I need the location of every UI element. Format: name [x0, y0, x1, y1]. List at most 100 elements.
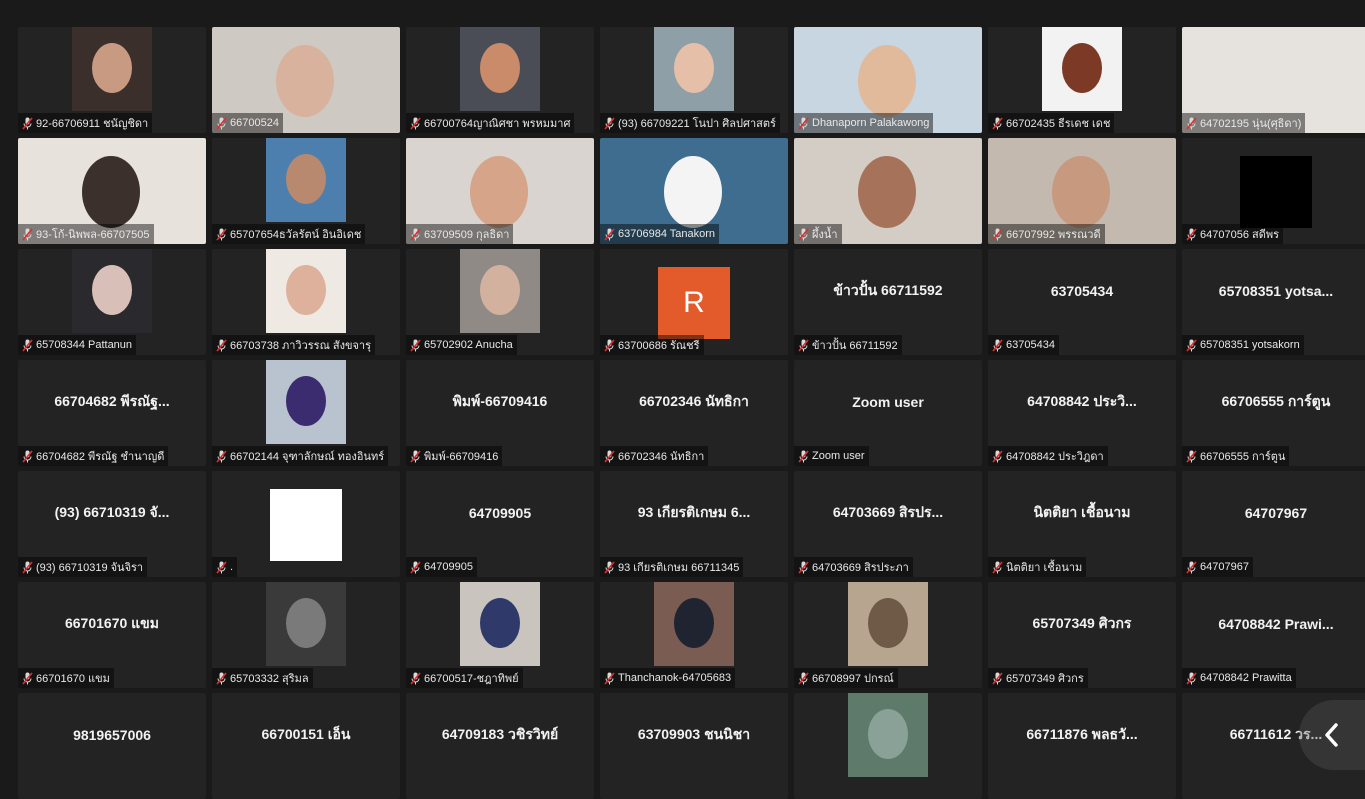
participant-tile[interactable]: นิตติยา เชื้อนาม นิตติยา เชื้อนาม: [988, 471, 1176, 577]
participant-tile[interactable]: 63709903 ชนนิชา: [600, 693, 788, 799]
participant-tile[interactable]: 66700764ญาณิศชา พรหมมาศ: [406, 27, 594, 133]
participant-name: 65702902 Anucha: [424, 339, 513, 351]
participant-name-label: 63706984 Tanakorn: [600, 224, 720, 244]
participant-name: 65707654ธวัลรัตน์ อินอิเดช: [230, 229, 362, 241]
participant-name: 66708997 ปกรณ์: [812, 673, 894, 685]
participant-tile[interactable]: Zoom user Zoom user: [794, 360, 982, 466]
participant-tile[interactable]: 66702346 นัทธิกา 66702346 นัทธิกา: [600, 360, 788, 466]
participant-tile[interactable]: 65708344 Pattanun: [18, 249, 206, 355]
muted-mic-icon: [992, 560, 1003, 574]
participant-name-label: 65708351 yotsakorn: [1182, 335, 1304, 355]
participant-tile[interactable]: [794, 693, 982, 799]
participant-display-name: ข้าวปั้น 66711592: [833, 282, 943, 298]
participant-tile[interactable]: ข้าวปั้น 66711592 ข้าวปั้น 66711592: [794, 249, 982, 355]
collapse-gallery-button[interactable]: [1299, 700, 1365, 770]
participant-face: [470, 156, 528, 228]
participant-tile[interactable]: 66700524: [212, 27, 400, 133]
participant-tile[interactable]: Dhanaporn Palakawong: [794, 27, 982, 133]
participant-tile[interactable]: ผึ้งน้ำ: [794, 138, 982, 244]
participant-tile[interactable]: 93-โก้-นิพพล-66707505: [18, 138, 206, 244]
participant-tile[interactable]: 65703332 สุริมล: [212, 582, 400, 688]
participant-name: 63706984 Tanakorn: [618, 228, 716, 240]
participant-name-label: 65708344 Pattanun: [18, 335, 137, 355]
participant-name-label: 66700524: [212, 113, 283, 133]
participant-video: [460, 27, 540, 111]
participant-tile[interactable]: 63709509 กุลธิดา: [406, 138, 594, 244]
participant-display-name: 66702346 นัทธิกา: [639, 393, 749, 409]
participant-tile[interactable]: 64703669 สิรปร... 64703669 สิรประภา: [794, 471, 982, 577]
participant-name-label: 63705434: [988, 335, 1059, 355]
participant-tile[interactable]: 65707349 ศิวกร 65707349 ศิวกร: [988, 582, 1176, 688]
participant-name: 65707349 ศิวกร: [1006, 673, 1084, 685]
participant-display-name: 64703669 สิรปร...: [832, 504, 944, 520]
participant-name: 66706555 การ์ตูน: [1200, 451, 1286, 463]
participant-tile[interactable]: 65707654ธวัลรัตน์ อินอิเดช: [212, 138, 400, 244]
participant-tile[interactable]: 65702902 Anucha: [406, 249, 594, 355]
participant-tile[interactable]: 64708842 ประวิ... 64708842 ประวิฎดา: [988, 360, 1176, 466]
participant-tile[interactable]: 64709905 64709905: [406, 471, 594, 577]
participant-name-label: 93-โก้-นิพพล-66707505: [18, 224, 154, 244]
muted-mic-icon: [216, 338, 227, 352]
participant-name: 66702144 จุฑาลักษณ์ ทองอินทร์: [230, 451, 385, 463]
participant-name: 64708842 Prawitta: [1200, 672, 1292, 684]
participant-tile[interactable]: 66702435 ธีรเดช เดช: [988, 27, 1176, 133]
participant-video: [1240, 156, 1312, 228]
participant-tile[interactable]: 93 เกียรติเกษม 6... 93 เกียรติเกษม 667113…: [600, 471, 788, 577]
participant-face: [286, 376, 326, 426]
participant-name-label: 65707654ธวัลรัตน์ อินอิเดช: [212, 224, 366, 244]
participant-name: Zoom user: [812, 450, 865, 462]
participant-tile[interactable]: R 63700686 รัณชรี: [600, 249, 788, 355]
participant-name: 93-โก้-นิพพล-66707505: [36, 229, 150, 241]
participant-tile[interactable]: 63706984 Tanakorn: [600, 138, 788, 244]
participant-tile[interactable]: 66700517-ชฎาทิพย์: [406, 582, 594, 688]
participant-name: 66700764ญาณิศชา พรหมมาศ: [424, 118, 571, 130]
participant-video: [72, 249, 152, 333]
participant-tile[interactable]: 64707967 64707967: [1182, 471, 1365, 577]
participant-tile[interactable]: 9819657006: [18, 693, 206, 799]
participant-name: 64703669 สิรประภา: [812, 562, 909, 574]
participant-name-label: 66704682 พีรณัฐ ชำนาญดี: [18, 446, 169, 466]
muted-mic-icon: [410, 116, 421, 130]
participant-tile[interactable]: 65708351 yotsa... 65708351 yotsakorn: [1182, 249, 1365, 355]
participant-name: 66702435 ธีรเดช เดช: [1006, 118, 1111, 130]
participant-tile[interactable]: 66701670 แขม 66701670 แขม: [18, 582, 206, 688]
participant-display-name: 65708351 yotsa...: [1218, 283, 1334, 299]
participant-name: 66702346 นัทธิกา: [618, 451, 705, 463]
participant-name: นิตติยา เชื้อนาม: [1006, 562, 1083, 574]
participant-tile[interactable]: 64709183 วชิรวิทย์: [406, 693, 594, 799]
muted-mic-icon: [410, 671, 421, 685]
participant-tile[interactable]: 66704682 พีรณัฐ... 66704682 พีรณัฐ ชำนาญด…: [18, 360, 206, 466]
participant-face: [674, 43, 714, 93]
participant-tile[interactable]: 66711876 พลธวั...: [988, 693, 1176, 799]
participant-face: [674, 598, 714, 648]
participant-name-label: 92-66706911 ชนัญชิดา: [18, 113, 153, 133]
participant-tile[interactable]: 92-66706911 ชนัญชิดา: [18, 27, 206, 133]
participant-tile[interactable]: 64708842 Prawi... 64708842 Prawitta: [1182, 582, 1365, 688]
participant-tile[interactable]: 66708997 ปกรณ์: [794, 582, 982, 688]
participant-tile[interactable]: (93) 66710319 จั... (93) 66710319 จันจิรา: [18, 471, 206, 577]
participant-tile[interactable]: 63705434 63705434: [988, 249, 1176, 355]
participant-tile[interactable]: 66707992 พรรณวดี: [988, 138, 1176, 244]
participant-tile[interactable]: (93) 66709221 โนปา ศิลปศาสตร์: [600, 27, 788, 133]
muted-mic-icon: [216, 560, 227, 574]
muted-mic-icon: [216, 116, 227, 130]
participant-display-name: 66701670 แขม: [64, 615, 159, 631]
participant-tile[interactable]: .: [212, 471, 400, 577]
participant-name: 66703738 ภาวิวรรณ สังขจารุ: [230, 340, 371, 352]
participant-face: [286, 154, 326, 204]
participant-tile[interactable]: 66702144 จุฑาลักษณ์ ทองอินทร์: [212, 360, 400, 466]
participant-name-label: 66708997 ปกรณ์: [794, 668, 898, 688]
participant-tile[interactable]: Thanchanok-64705683: [600, 582, 788, 688]
participant-tile[interactable]: 66703738 ภาวิวรรณ สังขจารุ: [212, 249, 400, 355]
participant-display-name: 93 เกียรติเกษม 6...: [637, 504, 751, 520]
participant-tile[interactable]: 66700151 เอ็น: [212, 693, 400, 799]
participant-tile[interactable]: 64702195 นุ่น(ศุธิดา): [1182, 27, 1365, 133]
participant-name: 64708842 ประวิฎดา: [1006, 451, 1104, 463]
participant-name: 93 เกียรติเกษม 66711345: [618, 562, 740, 574]
muted-mic-icon: [410, 227, 421, 241]
muted-mic-icon: [22, 560, 33, 574]
participant-tile[interactable]: 66706555 การ์ตูน 66706555 การ์ตูน: [1182, 360, 1365, 466]
participant-tile[interactable]: 64707056 สดีพร: [1182, 138, 1365, 244]
muted-mic-icon: [1186, 227, 1197, 241]
participant-tile[interactable]: พิมพ์-66709416 พิมพ์-66709416: [406, 360, 594, 466]
